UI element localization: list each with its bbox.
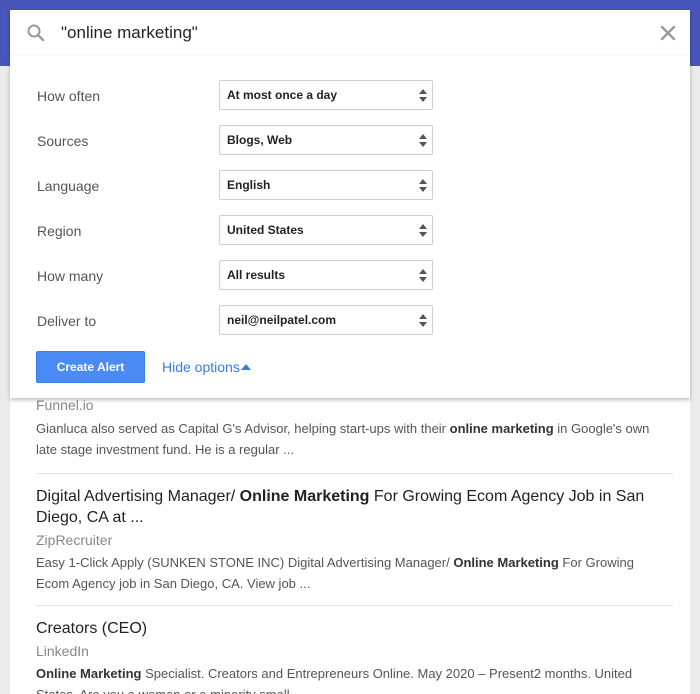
option-row-how-often: How often At most once a day: [10, 80, 690, 112]
search-input[interactable]: "online marketing": [61, 23, 198, 43]
option-row-deliver-to: Deliver to neil@neilpatel.com: [10, 305, 690, 337]
divider: [36, 473, 673, 474]
result-source: Funnel.io: [36, 397, 94, 413]
title-highlight: Online Marketing: [239, 488, 370, 505]
up-down-arrows-icon: [419, 224, 427, 237]
up-down-arrows-icon: [419, 269, 427, 282]
select-value: Blogs, Web: [227, 133, 293, 147]
region-select[interactable]: United States: [219, 215, 433, 245]
result-snippet: Gianluca also served as Capital G's Advi…: [36, 418, 666, 460]
title-text: Digital Advertising Manager/: [36, 488, 240, 505]
option-label: Language: [37, 178, 100, 194]
result-snippet: Easy 1-Click Apply (SUNKEN STONE INC) Di…: [36, 552, 666, 594]
sources-select[interactable]: Blogs, Web: [219, 125, 433, 155]
snippet-highlight: Online Marketing: [36, 666, 142, 681]
language-select[interactable]: English: [219, 170, 433, 200]
list-item[interactable]: Creators (CEO) LinkedIn Online Marketing…: [36, 618, 666, 694]
select-value: neil@neilpatel.com: [227, 313, 337, 327]
select-value: United States: [227, 223, 304, 237]
option-row-how-many: How many All results: [10, 260, 690, 292]
result-source: LinkedIn: [36, 643, 89, 659]
deliver-to-select[interactable]: neil@neilpatel.com: [219, 305, 433, 335]
alert-options-panel: How often At most once a day Sources Blo…: [10, 56, 690, 398]
option-label: Deliver to: [37, 313, 97, 329]
option-label: How often: [37, 88, 101, 104]
option-label: How many: [37, 268, 104, 284]
how-often-select[interactable]: At most once a day: [219, 80, 433, 110]
up-down-arrows-icon: [419, 179, 427, 192]
result-snippet: Online Marketing Specialist. Creators an…: [36, 663, 666, 694]
close-icon[interactable]: [656, 21, 680, 45]
caret-up-icon[interactable]: [241, 364, 251, 370]
result-source: ZipRecruiter: [36, 532, 113, 548]
option-row-language: Language English: [10, 170, 690, 202]
snippet-highlight: online marketing: [449, 421, 554, 436]
up-down-arrows-icon: [419, 89, 427, 102]
select-value: All results: [227, 268, 286, 282]
list-item[interactable]: Funnel.io Gianluca also served as Capita…: [36, 396, 666, 460]
option-row-sources: Sources Blogs, Web: [10, 125, 690, 157]
search-bar[interactable]: "online marketing": [10, 10, 690, 56]
divider: [36, 605, 673, 606]
title-text: Creators (CEO): [36, 620, 148, 637]
option-row-region: Region United States: [10, 215, 690, 247]
result-title[interactable]: Creators (CEO): [36, 618, 666, 639]
up-down-arrows-icon: [419, 314, 427, 327]
hide-options-link[interactable]: Hide options: [162, 359, 240, 376]
snippet-highlight: Online Marketing: [453, 555, 559, 570]
snippet-text: Easy 1-Click Apply (SUNKEN STONE INC) Di…: [36, 555, 454, 570]
list-item[interactable]: Digital Advertising Manager/ Online Mark…: [36, 486, 666, 594]
select-value: At most once a day: [227, 88, 338, 102]
how-many-select[interactable]: All results: [219, 260, 433, 290]
snippet-text: Gianluca also served as Capital G's Advi…: [36, 421, 450, 436]
result-title[interactable]: Digital Advertising Manager/ Online Mark…: [36, 486, 666, 528]
create-alert-button[interactable]: Create Alert: [36, 351, 145, 383]
option-label: Region: [37, 223, 82, 239]
search-icon: [27, 24, 45, 42]
select-value: English: [227, 178, 271, 192]
up-down-arrows-icon: [419, 134, 427, 147]
option-label: Sources: [37, 133, 89, 149]
